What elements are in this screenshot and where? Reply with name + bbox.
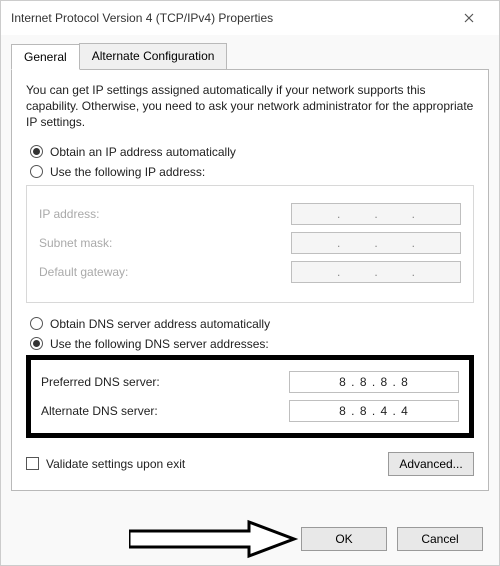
radio-icon — [30, 337, 43, 350]
tab-alternate[interactable]: Alternate Configuration — [79, 43, 228, 69]
dialog-button-row: OK Cancel — [301, 527, 483, 551]
subnet-mask-input: ... — [291, 232, 461, 254]
ip-fields-group: IP address: ... Subnet mask: ... Default… — [26, 185, 474, 303]
field-ip-address: IP address: ... — [39, 203, 461, 225]
field-default-gateway: Default gateway: ... — [39, 261, 461, 283]
tabstrip: General Alternate Configuration — [11, 43, 489, 69]
default-gateway-label: Default gateway: — [39, 265, 128, 279]
tab-general[interactable]: General — [11, 44, 80, 70]
checkbox-label: Validate settings upon exit — [46, 457, 185, 471]
ip-address-input: ... — [291, 203, 461, 225]
annotation-arrow-icon — [129, 519, 299, 559]
radio-use-following-ip[interactable]: Use the following IP address: — [30, 165, 474, 179]
ok-button[interactable]: OK — [301, 527, 387, 551]
dialog-body: General Alternate Configuration You can … — [1, 35, 499, 501]
preferred-dns-input[interactable]: 8 . 8 . 8 . 8 — [289, 371, 459, 393]
radio-icon — [30, 317, 43, 330]
dns-fields-group: Preferred DNS server: 8 . 8 . 8 . 8 Alte… — [26, 355, 474, 438]
radio-label: Use the following DNS server addresses: — [50, 337, 269, 351]
window-title: Internet Protocol Version 4 (TCP/IPv4) P… — [11, 11, 273, 25]
checkbox-icon — [26, 457, 39, 470]
radio-label: Use the following IP address: — [50, 165, 205, 179]
description-text: You can get IP settings assigned automat… — [26, 82, 474, 131]
ipv4-properties-dialog: Internet Protocol Version 4 (TCP/IPv4) P… — [0, 0, 500, 566]
tab-alternate-label: Alternate Configuration — [92, 49, 215, 63]
field-alternate-dns: Alternate DNS server: 8 . 8 . 4 . 4 — [41, 400, 459, 422]
close-button[interactable] — [449, 3, 489, 33]
tab-general-label: General — [24, 50, 67, 64]
field-subnet-mask: Subnet mask: ... — [39, 232, 461, 254]
field-preferred-dns: Preferred DNS server: 8 . 8 . 8 . 8 — [41, 371, 459, 393]
default-gateway-input: ... — [291, 261, 461, 283]
titlebar: Internet Protocol Version 4 (TCP/IPv4) P… — [1, 1, 499, 35]
advanced-button[interactable]: Advanced... — [388, 452, 474, 476]
bottom-row: Validate settings upon exit Advanced... — [26, 452, 474, 476]
tab-panel-general: You can get IP settings assigned automat… — [11, 69, 489, 491]
radio-obtain-dns-auto[interactable]: Obtain DNS server address automatically — [30, 317, 474, 331]
radio-icon — [30, 145, 43, 158]
ip-address-label: IP address: — [39, 207, 99, 221]
radio-obtain-ip-auto[interactable]: Obtain an IP address automatically — [30, 145, 474, 159]
alternate-dns-label: Alternate DNS server: — [41, 404, 158, 418]
alternate-dns-input[interactable]: 8 . 8 . 4 . 4 — [289, 400, 459, 422]
radio-label: Obtain DNS server address automatically — [50, 317, 270, 331]
preferred-dns-label: Preferred DNS server: — [41, 375, 160, 389]
close-icon — [464, 13, 474, 23]
preferred-dns-value: 8 . 8 . 8 . 8 — [339, 375, 409, 389]
radio-use-following-dns[interactable]: Use the following DNS server addresses: — [30, 337, 474, 351]
checkbox-validate-settings[interactable]: Validate settings upon exit — [26, 457, 185, 471]
alternate-dns-value: 8 . 8 . 4 . 4 — [339, 404, 409, 418]
cancel-button[interactable]: Cancel — [397, 527, 483, 551]
subnet-mask-label: Subnet mask: — [39, 236, 112, 250]
radio-icon — [30, 165, 43, 178]
radio-label: Obtain an IP address automatically — [50, 145, 236, 159]
